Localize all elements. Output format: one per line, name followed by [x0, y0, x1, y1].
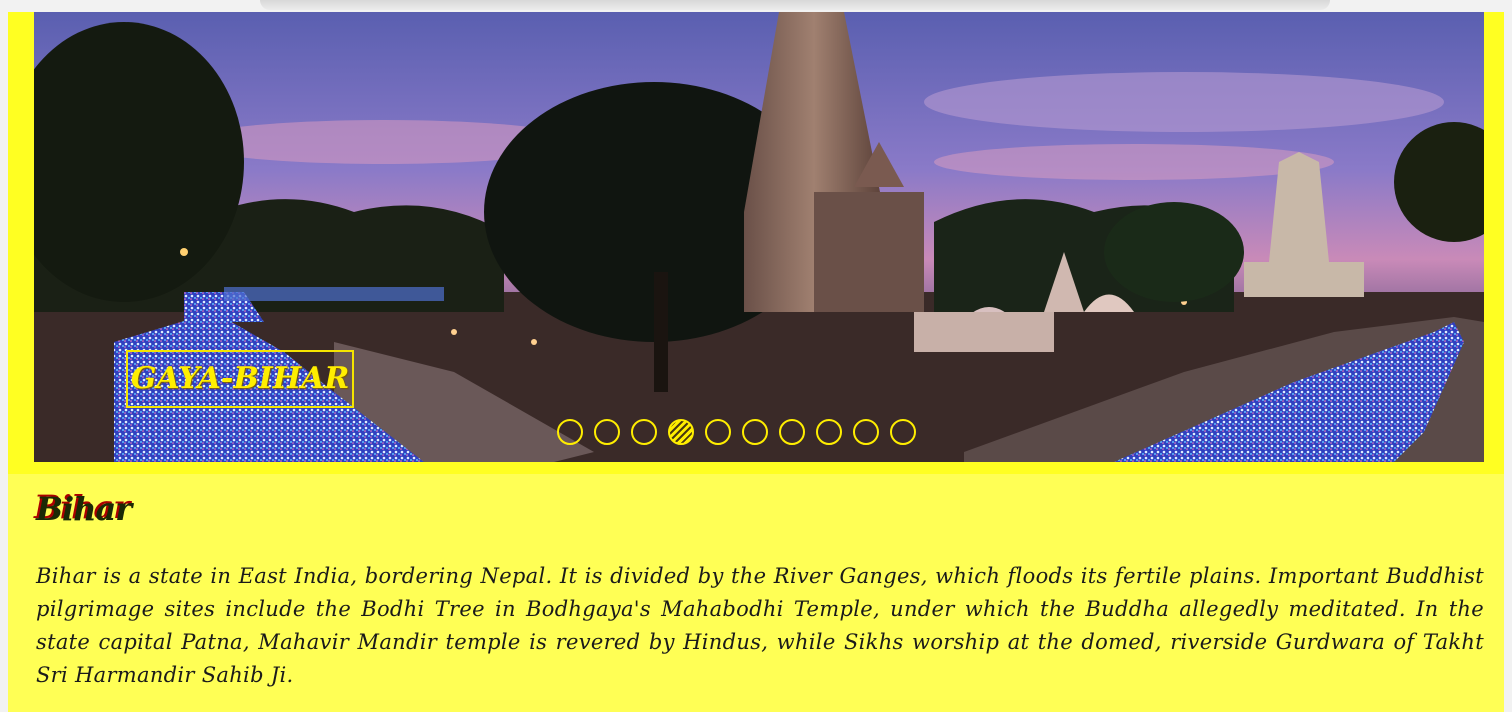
slider-dot[interactable] — [779, 419, 805, 445]
slider-dot[interactable] — [594, 419, 620, 445]
section-heading: Bihar — [36, 490, 132, 528]
slider-pagination — [557, 419, 916, 449]
image-slider[interactable]: GAYA-BIHAR — [34, 12, 1484, 462]
slider-dot[interactable] — [853, 419, 879, 445]
slider-dot[interactable] — [705, 419, 731, 445]
slider-dot[interactable] — [557, 419, 583, 445]
section-description: Bihar is a state in East India, borderin… — [36, 564, 1484, 687]
slider-dot[interactable] — [816, 419, 842, 445]
page-container: GAYA-BIHAR Bihar Bihar is a state in Eas… — [8, 12, 1504, 712]
slider-dot[interactable] — [742, 419, 768, 445]
slider-dot-active[interactable] — [668, 419, 694, 445]
slider-dot[interactable] — [890, 419, 916, 445]
slide-caption: GAYA-BIHAR — [126, 350, 354, 408]
slider-dot[interactable] — [631, 419, 657, 445]
top-shadow — [260, 0, 1330, 10]
